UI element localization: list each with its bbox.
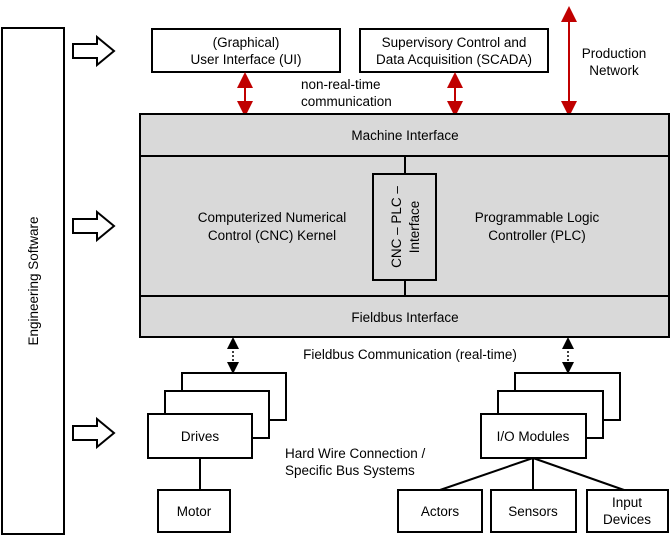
fieldbus-interface-label: Fieldbus Interface (351, 310, 458, 325)
io-modules-stack: I/O Modules (480, 372, 621, 459)
scada-box: Supervisory Control and Data Acquisition… (359, 28, 549, 73)
cnc-plc-interface-box (372, 173, 437, 281)
io-connections (439, 457, 625, 491)
motor-box: Motor (157, 489, 231, 533)
scada-label-1: Supervisory Control and (382, 35, 527, 50)
drives-stack: Drives (147, 372, 287, 459)
hollow-arrow-icon (72, 34, 116, 450)
cnc-plc-interface-label-2: Interface (407, 201, 422, 254)
sensors-label: Sensors (508, 504, 558, 519)
production-network-label-1: Production (582, 46, 647, 61)
actors-label: Actors (421, 504, 460, 519)
engineering-software-label: Engineering Software (26, 216, 41, 345)
motor-label: Motor (177, 504, 212, 519)
hard-wire-label-1: Hard Wire Connection / (285, 446, 426, 461)
non-real-time-label-2: communication (301, 94, 392, 109)
hard-wire-label-2: Specific Bus Systems (285, 463, 415, 478)
cnc-kernel-label-2: Control (CNC) Kernel (208, 228, 336, 243)
plc-label-2: Controller (PLC) (488, 228, 586, 243)
machine-interface-label: Machine Interface (351, 128, 458, 143)
architecture-diagram: Engineering Software (Graphical) User In… (1, 6, 670, 535)
production-network-label-2: Network (589, 63, 639, 78)
ui-box: (Graphical) User Interface (UI) (151, 28, 341, 73)
input-devices-label-1: Input (612, 495, 642, 510)
io-modules-label: I/O Modules (497, 429, 570, 444)
ui-label-2: User Interface (UI) (190, 52, 301, 67)
ui-label-1: (Graphical) (213, 35, 280, 50)
scada-label-2: Data Acquisition (SCADA) (376, 52, 532, 67)
cnc-kernel-label-1: Computerized Numerical (198, 210, 347, 225)
plc-label-1: Programmable Logic (475, 210, 600, 225)
input-devices-box: Input Devices (586, 489, 669, 533)
cnc-plc-interface-label-1: CNC – PLC – (389, 186, 404, 268)
input-devices-label-2: Devices (603, 512, 651, 527)
engineering-software-box: Engineering Software (1, 27, 65, 535)
non-real-time-label-1: non-real-time (301, 77, 381, 92)
fieldbus-communication-label: Fieldbus Communication (real-time) (303, 347, 517, 362)
control-core: Machine Interface Fieldbus Interface CNC… (139, 113, 670, 338)
actors-box: Actors (397, 489, 483, 533)
sensors-box: Sensors (490, 489, 577, 533)
drives-label: Drives (181, 429, 220, 444)
